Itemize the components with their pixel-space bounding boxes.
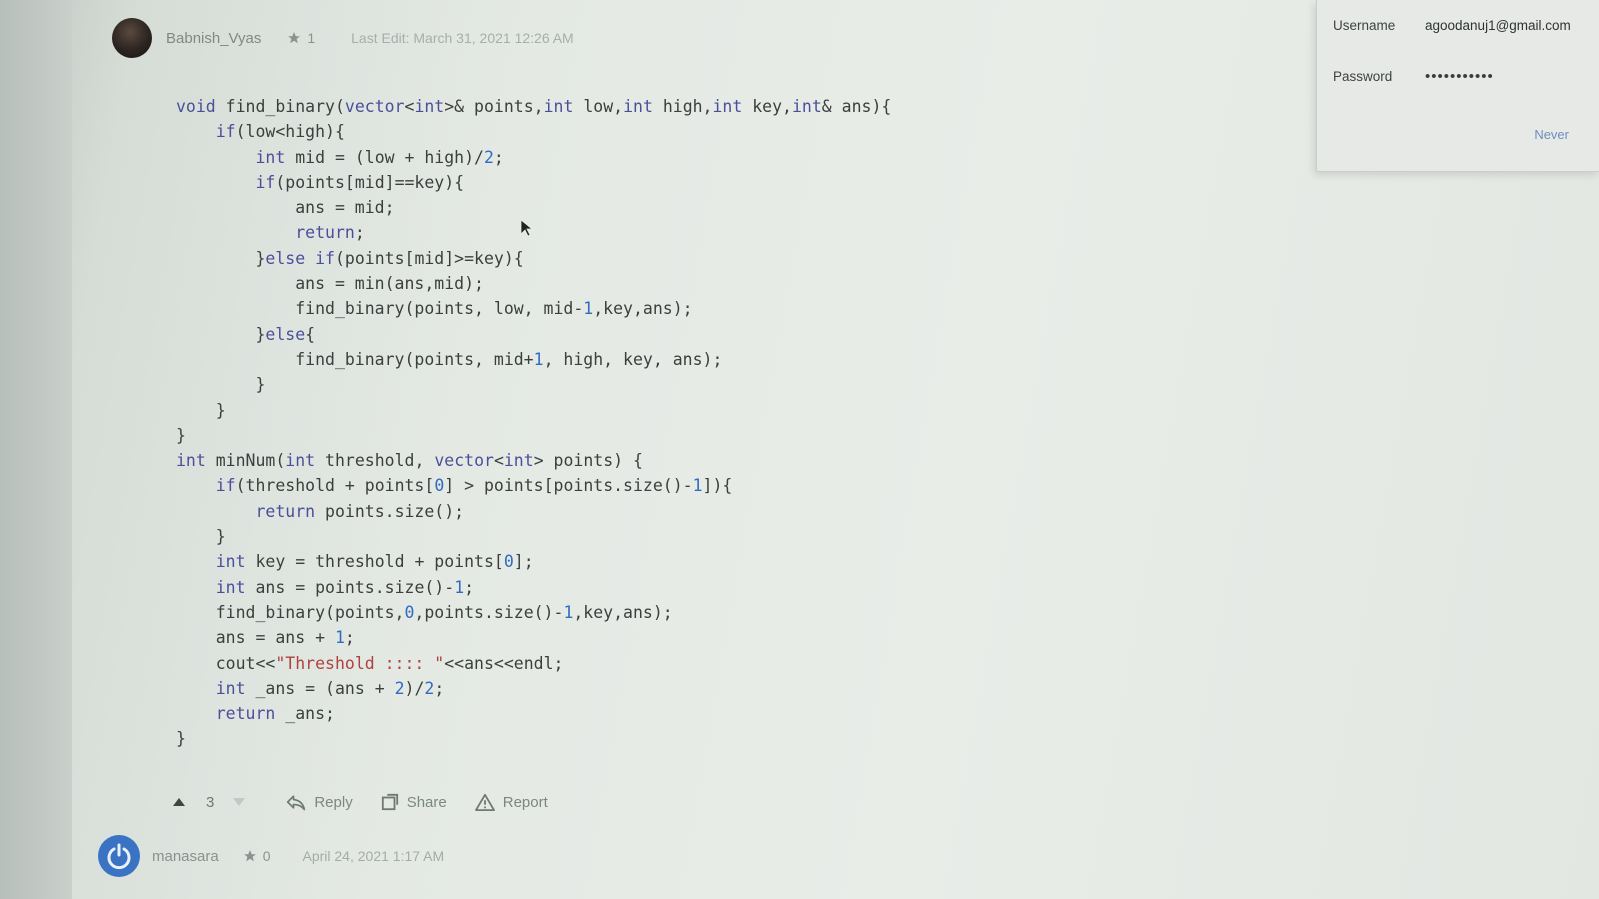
reply-label: Reply <box>314 793 353 811</box>
password-save-popup: Username agoodanuj1@gmail.com Password •… <box>1316 0 1599 172</box>
code-line: find_binary(points, mid+1, high, key, an… <box>176 349 723 369</box>
code-line: return; <box>295 223 365 243</box>
report-button[interactable]: Report <box>474 793 548 811</box>
page-left-margin <box>0 0 72 899</box>
share-button[interactable]: Share <box>381 793 447 811</box>
reply-button[interactable]: Reply <box>286 793 353 811</box>
upvote-icon[interactable] <box>172 797 186 807</box>
power-avatar-icon <box>107 843 131 870</box>
password-label: Password <box>1333 69 1393 84</box>
discussion-content: Babnish_Vyas 1 Last Edit: March 31, 2021… <box>72 0 1342 899</box>
commenter-reputation: 0 <box>243 848 271 864</box>
code-line: void find_binary(vector<int>& points,int… <box>176 97 892 116</box>
username-value[interactable]: agoodanuj1@gmail.com <box>1425 18 1571 33</box>
code-line: ans = ans + 1; <box>176 628 355 648</box>
comment-time: April 24, 2021 1:17 AM <box>302 848 445 864</box>
code-line: } <box>176 400 226 420</box>
password-row: Password ••••••••••• <box>1333 68 1494 85</box>
password-value[interactable]: ••••••••••• <box>1425 68 1494 85</box>
report-label: Report <box>502 793 548 811</box>
code-block: void find_binary(vector<int>& points,int… <box>176 94 891 752</box>
code-line: find_binary(points,0,points.size()-1,key… <box>176 602 673 622</box>
code-line: if(low<high){ <box>215 122 345 142</box>
reply-icon <box>287 795 306 811</box>
code-line: ans = mid; <box>176 198 395 218</box>
code-line: if(points[mid]==key){ <box>255 172 465 192</box>
username-label: Username <box>1333 18 1396 33</box>
code-line: ans = min(ans,mid); <box>176 274 484 294</box>
code-line: } <box>176 375 266 395</box>
reputation: 1 <box>287 30 315 46</box>
share-label: Share <box>406 793 447 811</box>
never-button[interactable]: Never <box>1534 127 1569 142</box>
vote-count: 3 <box>206 793 215 811</box>
share-icon <box>381 793 398 811</box>
code-line: } <box>176 527 226 547</box>
downvote-icon[interactable] <box>232 797 246 807</box>
post-header: Babnish_Vyas 1 Last Edit: March 31, 2021… <box>112 18 574 58</box>
username-row: Username agoodanuj1@gmail.com <box>1333 18 1571 33</box>
code-line: int ans = points.size()-1; <box>215 577 475 597</box>
star-count: 1 <box>307 30 316 46</box>
code-line: if(threshold + points[0] > points[points… <box>215 476 733 496</box>
code-line: } <box>176 729 186 749</box>
code-line: int minNum(int threshold, vector<int> po… <box>176 451 643 471</box>
code-line: }else{ <box>176 324 316 344</box>
report-icon <box>474 793 495 811</box>
code-line: int key = threshold + points[0]; <box>215 552 534 572</box>
comment-header: manasara 0 April 24, 2021 1:17 AM <box>98 835 444 877</box>
code-line: } <box>176 425 186 445</box>
star-icon <box>288 32 301 44</box>
code-line: cout<<"Threshold :::: "<<ans<<endl; <box>176 653 564 673</box>
code-line: }else if(points[mid]>=key){ <box>176 248 524 268</box>
author-username[interactable]: Babnish_Vyas <box>166 30 261 47</box>
mouse-cursor-icon <box>520 219 532 237</box>
author-avatar[interactable] <box>112 18 152 58</box>
commenter-star-count: 0 <box>262 848 271 864</box>
last-edit-time: Last Edit: March 31, 2021 12:26 AM <box>351 30 574 46</box>
code-line: find_binary(points, low, mid-1,key,ans); <box>176 299 693 319</box>
code-line: int _ans = (ans + 2)/2; <box>215 678 445 698</box>
post-actions: 3 Reply Share Report <box>172 788 548 816</box>
commenter-username[interactable]: manasara <box>152 848 219 865</box>
star-icon <box>243 850 256 862</box>
code-line: return _ans; <box>215 704 335 724</box>
commenter-avatar[interactable] <box>98 835 140 877</box>
code-line: int mid = (low + high)/2; <box>255 147 504 167</box>
code-line: return points.size(); <box>255 501 465 521</box>
